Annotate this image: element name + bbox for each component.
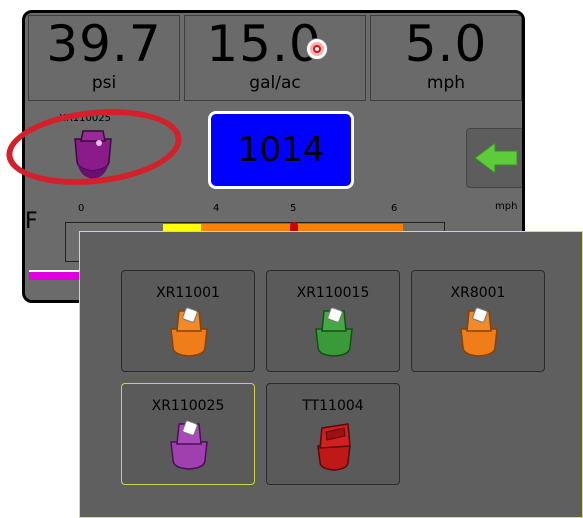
nozzle-option-label: TT11004	[302, 398, 364, 414]
rate-readout: 15.0 gal/ac	[184, 15, 366, 101]
nozzle-option-xr110015[interactable]: XR110015	[266, 270, 400, 372]
rate-value: 15.0	[206, 15, 322, 73]
nozzle-option-xr8001[interactable]: XR8001	[411, 270, 545, 372]
back-button[interactable]	[466, 128, 522, 188]
nozzle-icon	[170, 307, 208, 357]
nozzle-icon	[460, 307, 498, 357]
speed-value: 5.0	[404, 15, 488, 73]
scale-label-4: 4	[213, 203, 220, 214]
nozzle-option-label: XR110015	[296, 285, 370, 301]
speed-readout: 5.0 mph	[370, 15, 522, 101]
scale-label-5: 5	[290, 203, 297, 214]
nozzle-icon	[315, 307, 353, 357]
nozzle-select-popup: XR11001 XR110015 XR8001 XR110025 TT11004	[79, 231, 583, 518]
pressure-readout: 39.7 psi	[28, 15, 180, 101]
nozzle-icon	[317, 423, 351, 471]
scale-label-6: 6	[391, 203, 398, 214]
nozzle-option-xr110025[interactable]: XR110025	[121, 383, 255, 485]
side-letter: F	[25, 209, 38, 234]
rate-value-box[interactable]: 1014	[208, 111, 354, 189]
bar-unit: mph	[495, 201, 518, 212]
nozzle-option-label: XR8001	[450, 285, 506, 301]
pressure-value: 39.7	[46, 15, 162, 73]
speed-unit: mph	[426, 73, 466, 93]
scale-label-0: 0	[78, 203, 85, 214]
nozzle-option-label: XR11001	[156, 285, 220, 301]
nozzle-icon	[170, 420, 208, 470]
left-arrow-icon	[474, 142, 518, 174]
nozzle-option-tt11004[interactable]: TT11004	[266, 383, 400, 485]
nozzle-option-xr11001[interactable]: XR11001	[121, 270, 255, 372]
target-icon[interactable]	[306, 38, 328, 60]
pressure-unit: psi	[91, 73, 117, 93]
nozzle-option-label: XR110025	[151, 398, 225, 414]
rate-unit: gal/ac	[249, 73, 301, 93]
